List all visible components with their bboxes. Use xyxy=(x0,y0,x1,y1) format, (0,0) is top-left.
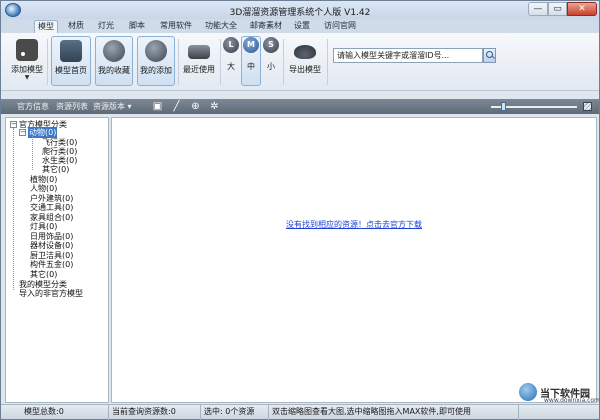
download-link[interactable]: 没有找到相应的资源！点击去官方下载 xyxy=(112,219,596,230)
resource-pane: 没有找到相应的资源！点击去官方下载 xyxy=(111,117,597,403)
ribbon-toolbar: 添加模型 ▼ 模型首页 我的收藏 我的添加 最近使用 L 大 M 中 S 小 导… xyxy=(1,33,599,91)
sub-toolbar: 官方信息 资源列表 资源版本 ▾ ▣ ╱ ⊕ ✲ xyxy=(1,99,599,114)
bluetooth-icon xyxy=(103,40,125,62)
tab-visit-site[interactable]: 访问官网 xyxy=(321,20,359,33)
resource-version-dropdown[interactable]: 资源版本 ▾ xyxy=(93,101,132,112)
menu-bar: 模型 材质 灯光 脚本 常用软件 功能大全 邮寄素材 设置 访问官网 xyxy=(1,19,599,33)
tab-features[interactable]: 功能大全 xyxy=(202,20,240,33)
category-tree: − 官方模型分类 − 动物(0) 飞行类(0) 爬行类(0) 水生类(0) 其它… xyxy=(5,117,109,403)
tab-material[interactable]: 材质 xyxy=(65,20,87,33)
tab-settings[interactable]: 设置 xyxy=(291,20,313,33)
add-model-button[interactable]: 添加模型 ▼ xyxy=(9,36,45,86)
tab-model[interactable]: 模型 xyxy=(34,20,58,33)
size-medium-icon[interactable]: M xyxy=(243,37,259,53)
printer-icon xyxy=(188,45,210,59)
ribbon-separator xyxy=(178,39,179,85)
status-selected: 选中: 0个资源 xyxy=(201,405,269,420)
collapse-icon[interactable]: − xyxy=(10,121,17,128)
book-icon xyxy=(60,40,82,62)
size-large-icon[interactable]: L xyxy=(223,37,239,53)
status-total: 模型总数:0 xyxy=(21,405,109,420)
size-large-label[interactable]: 大 xyxy=(223,61,239,72)
my-favorites-button[interactable]: 我的收藏 xyxy=(95,36,133,86)
tree-item-imported[interactable]: 导入的非官方模型 xyxy=(19,288,83,299)
grid-icon[interactable] xyxy=(583,102,592,111)
status-hint: 双击缩略图查看大图,选中缩略图拖入MAX软件,即可使用 xyxy=(269,405,519,420)
my-added-button[interactable]: 我的添加 xyxy=(137,36,175,86)
title-bar: 3D溜溜资源管理系统个人版 V1.42 — ▭ ✕ xyxy=(1,1,599,19)
rss-icon xyxy=(16,39,38,61)
close-button[interactable]: ✕ xyxy=(567,2,597,16)
size-small-label[interactable]: 小 xyxy=(263,61,279,72)
tab-script[interactable]: 脚本 xyxy=(126,20,148,33)
resource-list-tab[interactable]: 资源列表 xyxy=(56,101,88,112)
size-small-icon[interactable]: S xyxy=(263,37,279,53)
search-input[interactable]: 请输入模型关键字或溜溜ID号... xyxy=(333,48,483,63)
zoom-slider-thumb[interactable] xyxy=(501,102,506,111)
ribbon-separator xyxy=(283,39,284,85)
select-icon[interactable]: ▣ xyxy=(152,101,163,112)
ribbon-separator xyxy=(47,39,48,85)
search-icon[interactable] xyxy=(483,48,496,63)
official-info-tab[interactable]: 官方信息 xyxy=(17,101,49,112)
size-medium-label[interactable]: 中 xyxy=(243,61,259,72)
tab-light[interactable]: 灯光 xyxy=(95,20,117,33)
watermark-url: www.downxia.com xyxy=(544,397,600,404)
tree-connector xyxy=(13,128,14,290)
status-bar: 模型总数:0 当前查询资源数:0 选中: 0个资源 双击缩略图查看大图,选中缩略… xyxy=(1,404,599,420)
chevron-down-icon: ▼ xyxy=(24,74,30,81)
ribbon-separator xyxy=(327,39,328,85)
tab-mail-materials[interactable]: 邮寄素材 xyxy=(247,20,285,33)
maximize-button[interactable]: ▭ xyxy=(548,2,567,16)
settings-icon[interactable]: ✲ xyxy=(209,101,220,112)
zoom-icon[interactable]: ⊕ xyxy=(190,101,201,112)
recent-button[interactable]: 最近使用 xyxy=(181,36,217,86)
tab-common-software[interactable]: 常用软件 xyxy=(157,20,195,33)
export-model-button[interactable]: 导出模型 xyxy=(287,36,323,86)
add-circle-icon xyxy=(145,40,167,62)
collapse-icon[interactable]: − xyxy=(19,129,26,136)
minimize-button[interactable]: — xyxy=(528,2,548,16)
window-title: 3D溜溜资源管理系统个人版 V1.42 xyxy=(229,8,371,18)
model-home-button[interactable]: 模型首页 xyxy=(51,36,91,86)
ribbon-separator xyxy=(220,39,221,85)
tree-connector xyxy=(32,136,33,170)
status-current: 当前查询资源数:0 xyxy=(109,405,201,420)
watermark-logo-icon xyxy=(518,382,538,402)
pen-icon[interactable]: ╱ xyxy=(171,101,182,112)
app-window: 3D溜溜资源管理系统个人版 V1.42 — ▭ ✕ 模型 材质 灯光 脚本 常用… xyxy=(0,0,600,420)
mouse-icon xyxy=(294,45,316,59)
